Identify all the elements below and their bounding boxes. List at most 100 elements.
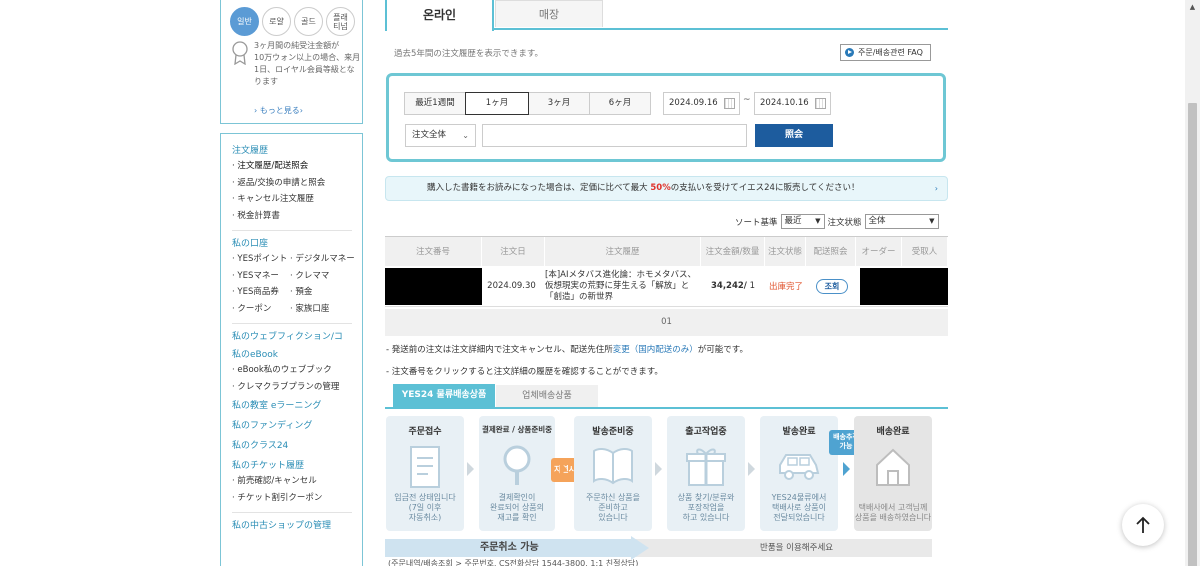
scroll-to-top-button[interactable] [1122,504,1164,546]
step-payment-complete: 결제완료 / 상품준비중 결제확인이 완료되어 상품의 재고를 확인 [479,416,555,531]
grade-tab-royal[interactable]: 로얄 [262,7,291,36]
step-desc: 상품 찾기/분류와 포장작업을 하고 있습니다 [677,493,735,522]
tracking-lookup-button[interactable]: 조회 [816,278,848,294]
scroll-up-icon[interactable]: ▲ [1185,0,1200,14]
arrow-right-icon [560,462,567,476]
grade-tab-platinum[interactable]: 플래 티넘 [326,7,355,36]
menu-item-label: 税金計算書 [237,210,280,221]
channel-tabs: 온라인 매장 [385,0,948,31]
step-delivered: 배송완료 택배사에서 고객님께 상품을 배송하였습니다 [854,416,932,531]
delivery-type-tabs: YES24 물류배송상품 업체배송상품 [385,384,948,409]
more-link[interactable]: › もっと見る› [254,105,303,116]
col-amount: 注文金額/数量 [701,237,765,266]
tab-store[interactable]: 매장 [495,0,603,27]
menu-item-yes-voucher[interactable]: · YES商品券 [232,284,290,301]
step-title: 발송완료 [782,427,816,437]
menu-head-web-fiction[interactable]: 私のウェブフィクション/コ [232,330,362,344]
arrow-right-icon [467,462,474,476]
menu-item-order-tracking[interactable]: · 注文履歴/配送照会 [232,158,362,175]
cancel-note: - 発送前の注文は注文詳細内で注文キャンセル、配送先住所変更（国内配送のみ）が可… [386,343,748,355]
menu-item-label: 注文履歴/配送照会 [237,161,309,171]
order-title-link[interactable]: [本]AIメタバス進化論：ホモメタバス、仮想現実の荒野に芽生える「解放」と「創造… [541,270,700,303]
menu-item-label: クレママ [295,270,330,281]
keyword-input[interactable] [482,124,747,147]
tab-online[interactable]: 온라인 [385,0,494,31]
order-table: 注文番号 注文日 注文履歴 注文金額/数量 注文状態 配送照会 オーダー 受取人… [385,236,948,336]
menu-head-classroom[interactable]: 私の教室 eラーニング [232,399,362,413]
menu-item-crema[interactable]: · クレママ [290,268,356,285]
step-title: 결제완료 / 상품준비중 [481,425,553,434]
pagination-page[interactable]: 01 [385,309,948,336]
order-status-select[interactable]: 注文全体 ⌄ [405,124,476,147]
page-scrollbar[interactable]: ▲ [1185,0,1200,566]
grade-tab-gold[interactable]: 골드 [294,7,323,36]
note-text-end: が可能です。 [697,345,748,355]
menu-head-ticket[interactable]: 私のチケット履歴 [232,459,362,473]
faq-button[interactable]: 주문/배송관련 FAQ [840,44,931,61]
menu-item-ebook-web[interactable]: · eBook私のウェブブック [232,362,362,379]
date-from-field[interactable]: 2024.09.16 [663,92,740,115]
tab-vendor-delivery[interactable]: 업체배송상품 [496,385,598,407]
menu-item-tax-invoice[interactable]: · 税金計算書 [232,208,362,225]
grade-description: 3ヶ月間の純受注金額が 10万ウォン以上の場合、来月 1日、ロイヤル会員等級とな… [254,41,361,86]
menu-item-digital-money[interactable]: · デジタルマネー [290,251,356,268]
menu-item-label: 家族口座 [295,303,330,314]
open-book-icon [593,447,633,485]
sort-label: ソート基準 [735,217,778,228]
period-3month-button[interactable]: 3ヶ月 [528,92,590,115]
menu-item-ticket-reservation[interactable]: · 前売確認/キャンセル [232,473,362,490]
menu-head-order-history[interactable]: 注文履歴 [232,144,362,158]
cancel-possible-label: 주문취소 가능 [480,542,539,553]
calendar-icon[interactable] [724,98,735,109]
menu-head-my-account[interactable]: 私の口座 [232,237,362,251]
document-icon [410,446,440,488]
menu-item-yes-point[interactable]: · YESポイント [232,251,290,268]
promo-percent: 50% [650,183,671,193]
search-button[interactable]: 照会 [755,124,833,147]
menu-item-label: 前売確認/キャンセル [237,476,317,486]
menu-head-funding[interactable]: 私のファンディング [232,419,362,433]
menu-item-family-account[interactable]: · 家族口座 [290,301,356,318]
period-1month-button[interactable]: 1ヶ月 [465,92,529,115]
calendar-icon[interactable] [815,98,826,109]
menu-head-used-shop[interactable]: 私の中古ショップの管理 [232,519,362,533]
date-to-field[interactable]: 2024.10.16 [754,92,831,115]
menu-item-crema-club[interactable]: · クレマクラブプランの管理 [232,379,362,396]
step-desc: YES24물류에서 택배사로 상품이 전달되었습니다 [771,493,827,522]
scrollbar-thumb[interactable] [1188,103,1197,566]
menu-item-returns[interactable]: · 返品/交換の申請と照会 [232,175,362,192]
tab-yes24-logistics[interactable]: YES24 물류배송상품 [393,384,495,407]
sort-select[interactable]: 最近 ▼ [780,214,825,229]
period-buttons: 最近1週間 1ヶ月 3ヶ月 6ヶ月 [404,92,651,115]
address-change-link[interactable]: 変更（国内配送のみ） [613,345,698,355]
order-amount: 34,242/ 1 [700,281,766,291]
menu-item-coupon[interactable]: · クーポン [232,301,290,318]
note-text: - 発送前の注文は注文詳細内で注文キャンセル、配送先住所 [386,345,613,355]
step-title: 출고작업중 [685,427,727,437]
menu-item-cancelled[interactable]: · キャンセル注文履歴 [232,191,362,208]
redacted-orderer [860,267,948,305]
cancel-availability-bar: 주문취소 가능 반품을 이용해주세요 [385,536,932,560]
menu-item-ticket-coupon[interactable]: · チケット割引クーポン [232,490,362,507]
col-orderer: オーダー [856,237,902,266]
house-icon [876,448,910,486]
menu-item-deposit[interactable]: · 預金 [290,284,356,301]
truck-icon [779,454,820,480]
arrow-right-icon [748,462,755,476]
status-filter-select[interactable]: 全体 ▼ [864,214,939,229]
col-status: 注文状態 [765,237,806,266]
menu-item-yes-money[interactable]: · YESマネー [232,268,290,285]
menu-head-ebook[interactable]: 私のeBook [232,348,362,362]
step-title: 발송준비중 [592,427,634,437]
grade-tab-general[interactable]: 일반 [230,7,259,36]
step-desc: 주문하신 상품을 준비하고 있습니다 [585,493,641,522]
resale-promo-banner[interactable]: 購入した書籍をお読みになった場合は、定価に比べて最大 50%の支払いを受けてイエ… [385,176,948,201]
menu-item-label: クーポン [237,303,272,314]
period-6month-button[interactable]: 6ヶ月 [589,92,651,115]
period-1week-button[interactable]: 最近1週間 [404,92,466,115]
menu-head-class24[interactable]: 私のクラス24 [232,439,362,453]
account-menu-grid: · YESポイント · デジタルマネー · YESマネー · クレママ · YE… [232,251,362,317]
menu-item-label: キャンセル注文履歴 [237,194,314,204]
arrow-right-icon [843,462,850,476]
return-note: 반품을 이용해주세요 [760,543,834,553]
